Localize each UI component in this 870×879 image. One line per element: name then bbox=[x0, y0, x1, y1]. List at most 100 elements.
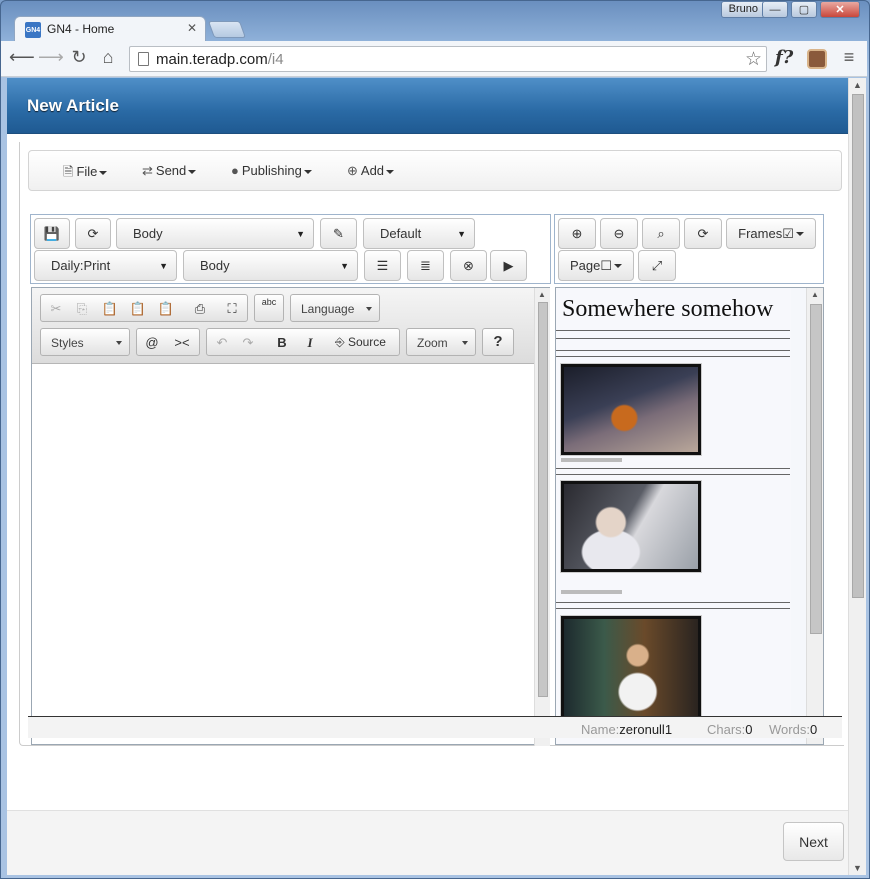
edit-icon[interactable]: ✎ bbox=[320, 218, 357, 249]
styles-select[interactable]: Styles bbox=[40, 328, 130, 356]
zoom-in-icon[interactable]: ⊕ bbox=[558, 218, 596, 249]
justify-icon[interactable]: ≣ bbox=[407, 250, 444, 281]
source-icon: ⎆ bbox=[335, 335, 345, 349]
photo-woman[interactable] bbox=[561, 616, 701, 726]
dialog-footer bbox=[7, 810, 848, 875]
checkbox-checked-icon: ☑ bbox=[782, 225, 794, 241]
paste-text-icon[interactable]: 📋 bbox=[127, 301, 149, 317]
menu-publishing[interactable]: ● Publishing bbox=[231, 163, 312, 178]
photo-dog[interactable] bbox=[561, 364, 701, 455]
default-select[interactable]: Default bbox=[363, 218, 475, 249]
italic-icon[interactable]: I bbox=[299, 335, 321, 351]
dialog-title: New Article bbox=[27, 96, 119, 115]
scroll-down-icon[interactable]: ▼ bbox=[853, 863, 862, 873]
print-icon[interactable]: ⎙ bbox=[189, 301, 211, 317]
tab-favicon: GN4 bbox=[25, 22, 41, 38]
editor-scrollbar[interactable]: ▲ bbox=[534, 288, 550, 746]
back-icon[interactable]: ⟵ bbox=[9, 47, 35, 68]
help-button[interactable]: ? bbox=[482, 328, 514, 356]
paste-word-icon[interactable]: 📋 bbox=[155, 301, 177, 317]
edition-select[interactable]: Daily:Print bbox=[34, 250, 177, 281]
globe-icon: ● bbox=[231, 163, 239, 178]
redo-icon[interactable]: ↷ bbox=[237, 335, 259, 351]
search-icon[interactable]: ⌕ bbox=[642, 218, 680, 249]
menu-add[interactable]: ⊕ Add bbox=[347, 163, 395, 179]
align-center-icon[interactable]: ☰ bbox=[364, 250, 401, 281]
maximize-editor-icon[interactable]: ⛶ bbox=[221, 301, 243, 317]
url-text[interactable]: main.teradp.com/i4 bbox=[156, 51, 284, 68]
editor-scroll-thumb[interactable] bbox=[538, 302, 548, 697]
rule bbox=[556, 338, 790, 339]
body-select[interactable]: Body bbox=[116, 218, 314, 249]
tab-close-icon[interactable]: ✕ bbox=[187, 21, 197, 35]
spellcheck-icon: abc bbox=[261, 297, 277, 307]
text-editor[interactable]: ✂ ⎘ 📋 📋 📋 ⎙ ⛶ abc Language Styles @ >< ↶… bbox=[31, 287, 550, 746]
scroll-thumb[interactable] bbox=[852, 94, 864, 598]
rule bbox=[556, 350, 790, 351]
page-toggle[interactable]: Page ☐ bbox=[558, 250, 634, 281]
cancel-circle-icon[interactable]: ⊗ bbox=[450, 250, 487, 281]
frames-toggle[interactable]: Frames ☑ bbox=[726, 218, 816, 249]
paste-icon[interactable]: 📋 bbox=[99, 301, 121, 317]
editor-toolbar: ✂ ⎘ 📋 📋 📋 ⎙ ⛶ abc Language Styles @ >< ↶… bbox=[32, 288, 534, 364]
status-words: Words:0 bbox=[769, 722, 818, 737]
undo-icon[interactable]: ↶ bbox=[211, 335, 233, 351]
next-button[interactable]: Next bbox=[783, 822, 844, 861]
help-icon: ? bbox=[493, 333, 503, 350]
rule bbox=[556, 602, 790, 603]
plus-circle-icon: ⊕ bbox=[347, 163, 358, 178]
zoom-out-icon[interactable]: ⊖ bbox=[600, 218, 638, 249]
save-icon[interactable]: 💾 bbox=[34, 218, 70, 249]
transfer-icon: ⇄ bbox=[142, 163, 153, 178]
menu-send[interactable]: ⇄ Send bbox=[142, 163, 197, 179]
cut-icon[interactable]: ✂ bbox=[45, 301, 67, 317]
play-box-icon[interactable]: ▶ bbox=[490, 250, 527, 281]
split-icon[interactable]: >< bbox=[171, 335, 193, 350]
copy-icon[interactable]: ⎘ bbox=[71, 301, 93, 317]
new-tab-button[interactable] bbox=[207, 21, 247, 38]
language-select[interactable]: Language bbox=[290, 294, 380, 322]
rule bbox=[556, 356, 790, 357]
body-select-2[interactable]: Body bbox=[183, 250, 358, 281]
user-badge[interactable]: Bruno bbox=[720, 1, 766, 18]
file-icon: 🗎 bbox=[63, 164, 74, 179]
address-bar[interactable]: main.teradp.com/i4 ☆ bbox=[129, 46, 767, 72]
preview-scroll-up-icon[interactable]: ▲ bbox=[811, 290, 819, 299]
page-scrollbar[interactable]: ▲ ▼ bbox=[848, 78, 866, 875]
minimize-icon[interactable]: — bbox=[762, 1, 788, 18]
close-icon[interactable]: ✕ bbox=[820, 1, 860, 18]
browser-toolbar: ⟵ ⟶ ↻ ⌂ main.teradp.com/i4 ☆ f? ≡ bbox=[1, 41, 867, 77]
preview-page: Somewhere somehow bbox=[556, 288, 791, 744]
menu-icon[interactable]: ≡ bbox=[837, 47, 861, 68]
editor-scroll-up-icon[interactable]: ▲ bbox=[538, 290, 546, 299]
zoom-select[interactable]: Zoom bbox=[406, 328, 476, 356]
instagram-icon[interactable] bbox=[807, 49, 827, 69]
extension-f-icon[interactable]: f? bbox=[775, 47, 793, 68]
bold-icon[interactable]: B bbox=[271, 335, 293, 350]
menu-bar: 🗎 File ⇄ Send ● Publishing ⊕ Add bbox=[28, 150, 842, 191]
status-chars: Chars:0 bbox=[707, 722, 753, 737]
checkbox-icon: ☐ bbox=[600, 257, 613, 273]
refresh-icon[interactable]: ⟳ bbox=[75, 218, 111, 249]
preview-scrollbar[interactable]: ▲ bbox=[806, 288, 823, 744]
menu-file[interactable]: 🗎 File bbox=[63, 163, 108, 185]
refresh-preview-icon[interactable]: ⟳ bbox=[684, 218, 722, 249]
preview-scroll-thumb[interactable] bbox=[810, 304, 822, 634]
reload-icon[interactable]: ↻ bbox=[67, 47, 91, 68]
rule bbox=[556, 330, 790, 331]
scroll-up-icon[interactable]: ▲ bbox=[853, 80, 862, 90]
at-sign-icon[interactable]: @ bbox=[141, 335, 163, 350]
rule bbox=[556, 468, 790, 469]
forward-icon[interactable]: ⟶ bbox=[38, 47, 64, 68]
bookmark-star-icon[interactable]: ☆ bbox=[745, 48, 762, 71]
preview-pane: Somewhere somehow ▲ bbox=[555, 287, 824, 745]
preview-headline: Somewhere somehow bbox=[562, 296, 774, 322]
expand-icon[interactable]: ⤢ bbox=[638, 250, 676, 281]
home-icon[interactable]: ⌂ bbox=[96, 47, 120, 68]
photo-man[interactable] bbox=[561, 481, 701, 572]
source-button[interactable]: ⎆ Source bbox=[335, 335, 386, 350]
browser-tab[interactable]: GN4 GN4 - Home ✕ bbox=[14, 16, 206, 42]
spellcheck-button[interactable]: abc bbox=[254, 294, 284, 322]
caption-bar bbox=[561, 458, 622, 462]
maximize-icon[interactable]: ▢ bbox=[791, 1, 817, 18]
